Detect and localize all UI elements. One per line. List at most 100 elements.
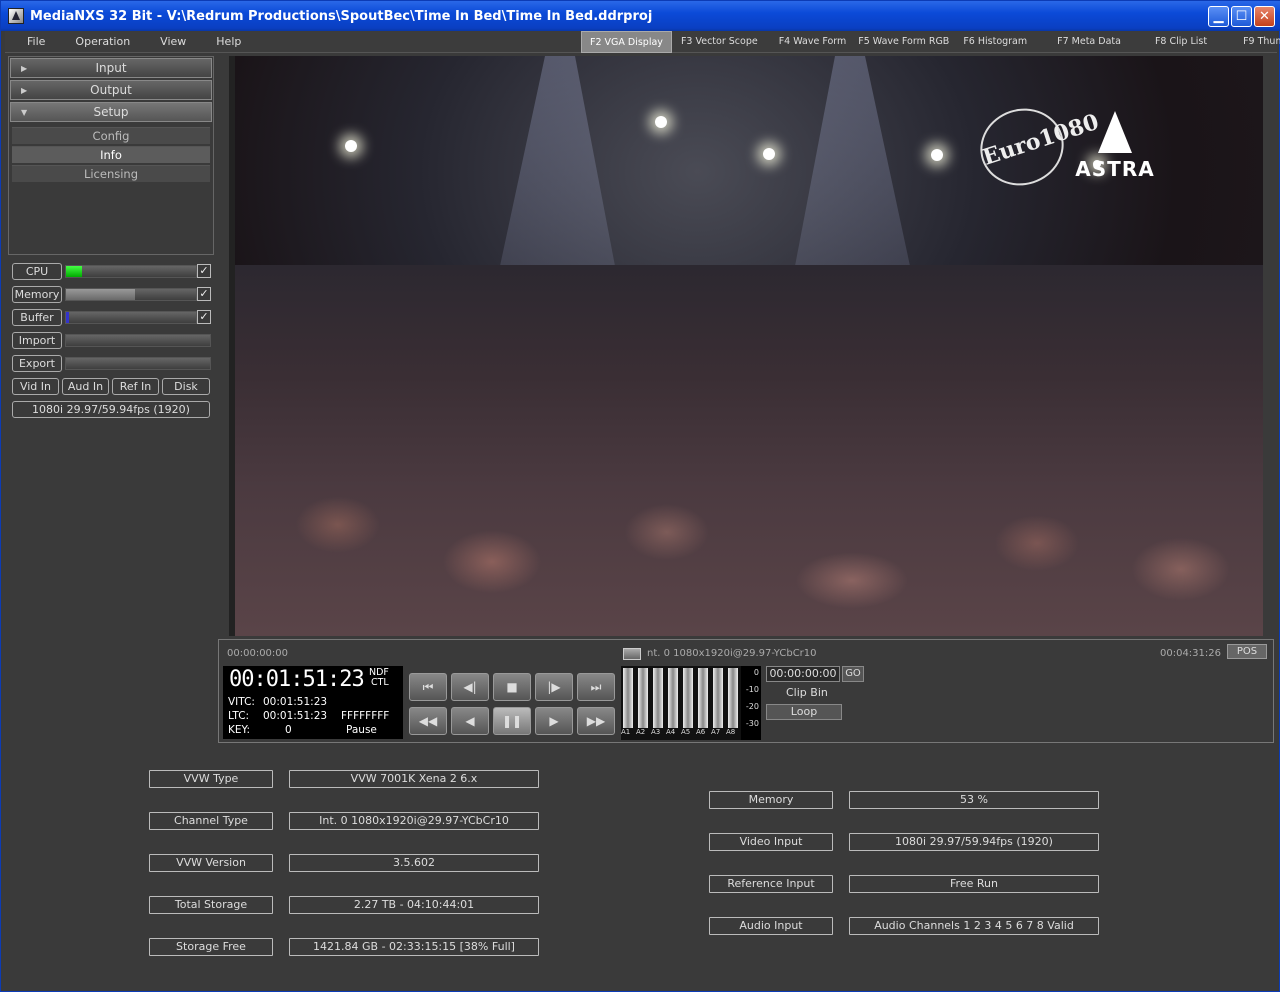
ltc-value: 00:01:51:23 [263, 710, 328, 722]
rewind-button[interactable]: ◀◀ [409, 707, 447, 735]
memory-bar [65, 288, 197, 301]
info-label: Audio Input [709, 917, 833, 935]
cpu-meter: CPU ✓ [12, 263, 211, 280]
fast-forward-button[interactable]: ▶▶ [577, 707, 615, 735]
play-button[interactable]: ▶ [535, 707, 573, 735]
pause-icon: ❚❚ [501, 714, 523, 728]
cpu-button[interactable]: CPU [12, 263, 62, 280]
clip-bin-label: Clip Bin [786, 686, 828, 699]
timecode-display: 00:01:51:23 NDF CTL VITC: 00:01:51:23 LT… [223, 666, 403, 739]
go-to-start-button[interactable]: ⏮ [409, 673, 447, 701]
tab-vector-scope[interactable]: F3 Vector Scope [673, 31, 766, 53]
cpu-bar [65, 265, 197, 278]
tab-wave-form[interactable]: F4 Wave Form [771, 31, 855, 53]
info-value: 1080i 29.97/59.94fps (1920) [849, 833, 1099, 851]
menu-help[interactable]: Help [205, 31, 252, 53]
rewind-icon: ◀◀ [418, 714, 438, 728]
timeline-scrubber[interactable] [623, 648, 641, 660]
cpu-fill [66, 266, 82, 277]
step-forward-button[interactable]: |▶ [535, 673, 573, 701]
vitc-value: 00:01:51:23 [263, 696, 328, 708]
tab-clip-list[interactable]: F8 Clip List [1147, 31, 1215, 53]
audio-meter-bar [698, 668, 708, 728]
sidebar-section-setup[interactable]: ▼ Setup [10, 102, 212, 122]
sidebar-section-output[interactable]: ▶ Output [10, 80, 212, 100]
info-value: 2.27 TB - 04:10:44:01 [289, 896, 539, 914]
memory-meter: Memory ✓ [12, 286, 211, 303]
menu-file[interactable]: File [5, 31, 56, 53]
maximize-button[interactable]: ☐ [1231, 6, 1252, 27]
key-value: 0 [285, 724, 292, 736]
menu-operation[interactable]: Operation [64, 31, 141, 53]
menu-view[interactable]: View [149, 31, 197, 53]
ctl-label: CTL [371, 677, 389, 688]
step-back-button[interactable]: ◀| [451, 673, 489, 701]
tab-wave-form-rgb[interactable]: F5 Wave Form RGB [850, 31, 957, 53]
title-bar[interactable]: MediaNXS 32 Bit - V:\Redrum Productions\… [1, 1, 1280, 31]
db-scale: 0 -10 -20 -30 [741, 666, 761, 740]
minimize-button[interactable]: ▁ [1208, 6, 1229, 27]
pos-button[interactable]: POS [1227, 644, 1267, 659]
timeline-bar[interactable]: 00:00:00:00 nt. 0 1080x1920i@29.97-YCbCr… [219, 646, 1273, 662]
ref-in-button[interactable]: Ref In [112, 378, 159, 395]
cpu-checkbox[interactable]: ✓ [197, 264, 211, 278]
clip-bin-dropdown[interactable]: Clip Bin ▼ [766, 685, 842, 715]
key-label: KEY: [228, 724, 251, 736]
stop-button[interactable]: ■ [493, 673, 531, 701]
stop-icon: ■ [506, 680, 518, 694]
sidebar-item-info[interactable]: Info [12, 146, 210, 163]
go-button[interactable]: GO [842, 666, 864, 682]
buffer-checkbox[interactable]: ✓ [197, 310, 211, 324]
loop-button[interactable]: Loop [766, 704, 842, 720]
play-state: Pause [346, 724, 377, 736]
sidebar-item-licensing[interactable]: Licensing [12, 165, 210, 182]
close-button[interactable]: ✕ [1254, 6, 1275, 27]
info-value: Audio Channels 1 2 3 4 5 6 7 8 Valid [849, 917, 1099, 935]
audio-channel-label: A6 [696, 728, 706, 736]
video-display[interactable]: Euro1080 ASTRA [229, 56, 1263, 636]
buffer-button[interactable]: Buffer [12, 309, 62, 326]
sidebar-panel: ▶ Input ▶ Output ▼ Setup Config Info Lic… [8, 56, 214, 255]
status-buttons: Vid In Aud In Ref In Disk [12, 378, 210, 395]
section-label: Output [90, 83, 132, 97]
audio-channel-label: A8 [726, 728, 736, 736]
audio-meters: A1 A2 A3 A4 A5 A6 A7 A8 [621, 666, 741, 740]
astra-wordmark: ASTRA [1075, 157, 1155, 181]
sidebar-item-config[interactable]: Config [12, 127, 210, 144]
aud-in-button[interactable]: Aud In [62, 378, 109, 395]
disk-button[interactable]: Disk [162, 378, 210, 395]
tab-vga-display[interactable]: F2 VGA Display [581, 31, 672, 53]
memory-checkbox[interactable]: ✓ [197, 287, 211, 301]
step-back-icon: ◀| [463, 680, 477, 694]
memory-fill [66, 289, 135, 300]
info-label: Reference Input [709, 875, 833, 893]
info-label: Storage Free [149, 938, 273, 956]
section-label: Input [95, 61, 127, 75]
import-button[interactable]: Import [12, 332, 62, 349]
export-bar [65, 357, 211, 370]
pause-button[interactable]: ❚❚ [493, 707, 531, 735]
info-value: VVW 7001K Xena 2 6.x [289, 770, 539, 788]
export-meter: Export [12, 355, 211, 372]
expand-arrow-icon: ▶ [21, 63, 28, 73]
goto-timecode-input[interactable]: 00:00:00:00 [766, 666, 840, 682]
reverse-play-button[interactable]: ◀ [451, 707, 489, 735]
tab-meta-data[interactable]: F7 Meta Data [1049, 31, 1129, 53]
window-title: MediaNXS 32 Bit - V:\Redrum Productions\… [30, 8, 653, 24]
go-to-end-button[interactable]: ⏭ [577, 673, 615, 701]
app-icon[interactable] [8, 8, 24, 24]
vid-in-button[interactable]: Vid In [12, 378, 59, 395]
tab-histogram[interactable]: F6 Histogram [955, 31, 1035, 53]
stage-light [931, 149, 943, 161]
memory-button[interactable]: Memory [12, 286, 62, 303]
tab-thumb-view[interactable]: F9 Thumb View [1235, 31, 1280, 53]
stage-light [763, 148, 775, 160]
app-window: MediaNXS 32 Bit - V:\Redrum Productions\… [0, 0, 1280, 992]
format-readout: 1080i 29.97/59.94fps (1920) [12, 401, 210, 418]
info-label: Memory [709, 791, 833, 809]
stage-light [655, 116, 667, 128]
export-button[interactable]: Export [12, 355, 62, 372]
info-value: Free Run [849, 875, 1099, 893]
stage-light [345, 140, 357, 152]
sidebar-section-input[interactable]: ▶ Input [10, 58, 212, 78]
